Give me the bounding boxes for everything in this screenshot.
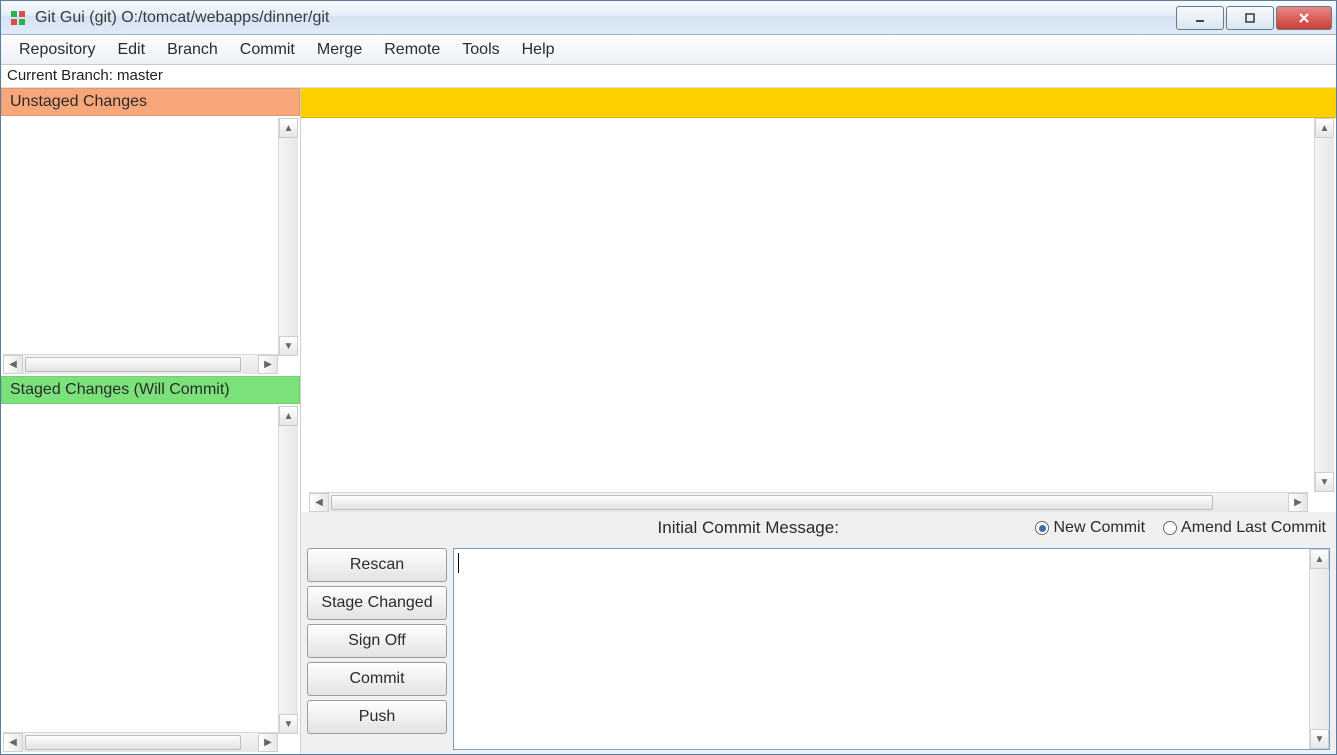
radio-checked-icon — [1035, 521, 1049, 535]
current-branch-label: Current Branch: master — [1, 65, 1336, 88]
scrollbar-vertical[interactable]: ▲ ▼ — [1314, 118, 1334, 492]
commit-message-label: Initial Commit Message: — [658, 518, 839, 538]
scroll-right-icon[interactable]: ▶ — [258, 733, 278, 752]
unstaged-changes-header: Unstaged Changes — [1, 88, 300, 116]
scroll-track[interactable] — [23, 355, 258, 374]
scroll-track[interactable] — [23, 733, 258, 752]
scroll-track[interactable] — [329, 493, 1288, 512]
radio-new-commit[interactable]: New Commit — [1035, 519, 1145, 537]
commit-mode-radios: New Commit Amend Last Commit — [1035, 519, 1326, 537]
scroll-down-icon[interactable]: ▼ — [1315, 472, 1334, 492]
scrollbar-vertical[interactable]: ▲ ▼ — [278, 118, 298, 356]
radio-amend-commit[interactable]: Amend Last Commit — [1163, 519, 1326, 537]
close-button[interactable] — [1276, 6, 1332, 30]
push-button[interactable]: Push — [307, 700, 447, 734]
minimize-button[interactable] — [1176, 6, 1224, 30]
commit-body: Rescan Stage Changed Sign Off Commit Pus… — [301, 544, 1336, 754]
scrollbar-horizontal[interactable]: ◀ ▶ — [309, 492, 1308, 512]
window-controls — [1174, 6, 1332, 30]
stage-changed-button[interactable]: Stage Changed — [307, 586, 447, 620]
titlebar: Git Gui (git) O:/tomcat/webapps/dinner/g… — [1, 1, 1336, 35]
menu-edit[interactable]: Edit — [107, 38, 155, 62]
menu-help[interactable]: Help — [512, 38, 565, 62]
git-gui-window: Git Gui (git) O:/tomcat/webapps/dinner/g… — [0, 0, 1337, 755]
scroll-right-icon[interactable]: ▶ — [258, 355, 278, 374]
scroll-left-icon[interactable]: ◀ — [3, 355, 23, 374]
sign-off-button[interactable]: Sign Off — [307, 624, 447, 658]
unstaged-changes-list[interactable]: ▲ ▼ ◀ ▶ — [1, 116, 300, 376]
scroll-up-icon[interactable]: ▲ — [1310, 549, 1329, 569]
app-icon — [9, 9, 27, 27]
scrollbar-vertical[interactable]: ▲ ▼ — [1309, 549, 1329, 749]
scroll-left-icon[interactable]: ◀ — [3, 733, 23, 752]
scroll-down-icon[interactable]: ▼ — [1310, 729, 1329, 749]
radio-amend-commit-label: Amend Last Commit — [1181, 519, 1326, 537]
commit-top-row: Initial Commit Message: New Commit Amend… — [301, 512, 1336, 544]
scrollbar-vertical[interactable]: ▲ ▼ — [278, 406, 298, 734]
commit-button[interactable]: Commit — [307, 662, 447, 696]
staged-changes-header: Staged Changes (Will Commit) — [1, 376, 300, 404]
commit-button-column: Rescan Stage Changed Sign Off Commit Pus… — [301, 544, 451, 754]
scroll-down-icon[interactable]: ▼ — [279, 336, 298, 356]
staged-changes-list[interactable]: ▲ ▼ ◀ ▶ — [1, 404, 300, 754]
scroll-up-icon[interactable]: ▲ — [279, 118, 298, 138]
rescan-button[interactable]: Rescan — [307, 548, 447, 582]
content-area: Unstaged Changes ▲ ▼ ◀ ▶ Staged Changes … — [1, 88, 1336, 754]
menubar: Repository Edit Branch Commit Merge Remo… — [1, 35, 1336, 65]
maximize-button[interactable] — [1226, 6, 1274, 30]
text-cursor — [458, 553, 459, 573]
menu-remote[interactable]: Remote — [374, 38, 450, 62]
scroll-track[interactable] — [1310, 569, 1329, 729]
scroll-track[interactable] — [1315, 138, 1334, 472]
menu-repository[interactable]: Repository — [9, 38, 105, 62]
scroll-down-icon[interactable]: ▼ — [279, 714, 298, 734]
scroll-right-icon[interactable]: ▶ — [1288, 493, 1308, 512]
scroll-thumb[interactable] — [25, 357, 241, 372]
radio-new-commit-label: New Commit — [1053, 519, 1145, 537]
radio-unchecked-icon — [1163, 521, 1177, 535]
scrollbar-horizontal[interactable]: ◀ ▶ — [3, 354, 278, 374]
scroll-track[interactable] — [279, 138, 298, 336]
left-column: Unstaged Changes ▲ ▼ ◀ ▶ Staged Changes … — [1, 88, 301, 754]
scroll-track[interactable] — [279, 426, 298, 714]
menu-branch[interactable]: Branch — [157, 38, 228, 62]
scroll-thumb[interactable] — [25, 735, 241, 750]
diff-view[interactable]: ▲ ▼ ◀ ▶ — [301, 118, 1336, 512]
menu-commit[interactable]: Commit — [230, 38, 305, 62]
scroll-left-icon[interactable]: ◀ — [309, 493, 329, 512]
scroll-thumb[interactable] — [331, 495, 1213, 510]
menu-merge[interactable]: Merge — [307, 38, 372, 62]
menu-tools[interactable]: Tools — [452, 38, 509, 62]
scroll-up-icon[interactable]: ▲ — [279, 406, 298, 426]
commit-panel: Initial Commit Message: New Commit Amend… — [301, 512, 1336, 754]
diff-header — [301, 88, 1336, 118]
window-title: Git Gui (git) O:/tomcat/webapps/dinner/g… — [35, 9, 1174, 27]
right-column: ▲ ▼ ◀ ▶ Initial Commit Message: — [301, 88, 1336, 754]
commit-message-input[interactable]: ▲ ▼ — [453, 548, 1330, 750]
scrollbar-horizontal[interactable]: ◀ ▶ — [3, 732, 278, 752]
scroll-up-icon[interactable]: ▲ — [1315, 118, 1334, 138]
